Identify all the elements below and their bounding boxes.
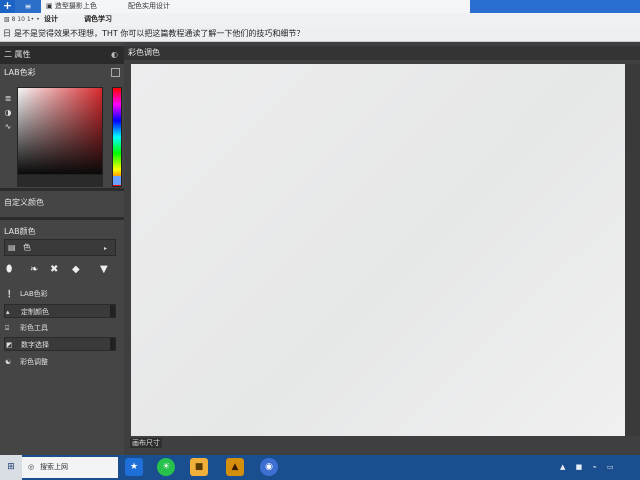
- color-preview-strip: [17, 175, 103, 187]
- app-icon[interactable]: +: [0, 0, 15, 13]
- list-item[interactable]: ⌹ 彩色工具: [4, 321, 116, 335]
- lab-color-icon: ❕: [5, 290, 14, 298]
- canvas-scroll-gutter[interactable]: [625, 64, 640, 436]
- tab-active[interactable]: ≡: [15, 0, 41, 13]
- list-item[interactable]: ◩ 数字选择: [4, 337, 116, 351]
- ellipse-shape-icon[interactable]: ⬮: [6, 264, 12, 275]
- color-panel-title: LAB色彩: [4, 68, 36, 77]
- list-item-label: LAB色彩: [20, 290, 48, 298]
- color-tools: ≣ ◑ ∿: [2, 94, 14, 136]
- panel-options-icon[interactable]: ◐: [111, 46, 118, 64]
- canvas-title: 彩色调色: [128, 48, 160, 57]
- taskbar-app-2-icon[interactable]: ☀: [157, 458, 175, 476]
- taskbar-app-3-icon[interactable]: ■: [190, 458, 208, 476]
- drawing-canvas[interactable]: [131, 64, 625, 436]
- canvas-header: 彩色调色: [124, 46, 640, 60]
- color-tool-contrast-icon[interactable]: ◑: [2, 108, 14, 122]
- chevron-right-icon: ▸: [103, 245, 107, 252]
- properties-header: 二 属性 ◐: [0, 46, 124, 64]
- panel-divider: [0, 217, 124, 220]
- list-item-label: 数字选择: [21, 341, 49, 349]
- tray-battery-icon[interactable]: ■: [576, 463, 583, 471]
- taskbar-app-4-icon[interactable]: ▲: [226, 458, 244, 476]
- properties-header-label: 二 属性: [4, 50, 31, 59]
- canvas-status: 画布尺寸: [130, 438, 162, 448]
- tab-2[interactable]: 配色实用设计: [128, 0, 170, 13]
- cross-shape-icon[interactable]: ✖: [50, 264, 58, 275]
- toolbar-info-icon: ▧ 8 10 1• •: [4, 16, 40, 23]
- list-item-label: 彩色工具: [20, 324, 48, 332]
- list-item-handle[interactable]: [110, 338, 115, 350]
- notice-text: 是不是觉得效果不理想，THT 你可以把这篇教程通读了解一下他们的技巧和细节？: [14, 29, 305, 38]
- tray-network-icon[interactable]: ⌁: [592, 463, 596, 471]
- tray-notifications-icon[interactable]: ▭: [607, 463, 614, 471]
- toolbar-status-design[interactable]: 设计: [44, 13, 58, 26]
- numeric-select-icon: ◩: [6, 341, 13, 349]
- custom-color-icon: ▴: [6, 308, 10, 316]
- color-tool-icon: ⌹: [5, 324, 10, 332]
- system-tray: ▲ ■ ⌁ ▭: [560, 455, 622, 480]
- color-mode-dropdown[interactable]: ▤ 色 ▸: [4, 239, 116, 256]
- left-panel: 二 属性 ◐ LAB色彩 ≣ ◑ ∿ 自定义颜色 LAB颜色 ▤ 色 ▸ ⬮ ❧…: [0, 42, 124, 455]
- notice-icon: 日: [3, 29, 11, 38]
- title-bar: + ≡ ▣ 造型摄影上色 配色实用设计: [0, 0, 640, 13]
- diamond-shape-icon[interactable]: ◆: [72, 264, 80, 275]
- tab-1[interactable]: ▣ 造型摄影上色: [46, 0, 97, 13]
- color-panel-menu-icon[interactable]: [111, 68, 120, 77]
- dropdown-swatch-icon: ▤: [8, 243, 16, 252]
- start-button[interactable]: ⊞: [0, 455, 22, 480]
- shape-tools: ⬮ ❧ ✖ ◆ ▼: [4, 264, 120, 280]
- dropdown-label: 色: [23, 243, 31, 252]
- list-item[interactable]: ▴ 定制颜色: [4, 304, 116, 318]
- search-icon: ◎: [28, 463, 35, 471]
- hue-slider[interactable]: [112, 87, 122, 187]
- title-bar-accent: [470, 0, 640, 13]
- panel-divider: [0, 188, 124, 191]
- shield-shape-icon[interactable]: ▼: [100, 264, 108, 275]
- taskbar-app-1-icon[interactable]: ★: [125, 458, 143, 476]
- toolbar-status-learning[interactable]: 调色学习: [84, 13, 112, 26]
- list-item[interactable]: ☯ 彩色调整: [4, 355, 116, 369]
- notice-bar: 日 是不是觉得效果不理想，THT 你可以把这篇教程通读了解一下他们的技巧和细节？: [0, 26, 640, 42]
- lab-color-label: LAB颜色: [4, 227, 36, 236]
- hue-slider-thumb[interactable]: [113, 176, 121, 185]
- custom-color-label: 自定义颜色: [4, 198, 44, 207]
- leaf-shape-icon[interactable]: ❧: [30, 264, 38, 275]
- list-item[interactable]: ❕ LAB色彩: [4, 287, 116, 301]
- color-panel-header: LAB色彩: [0, 64, 124, 82]
- search-text: 搜索上网: [40, 463, 68, 471]
- taskbar-search[interactable]: ◎ 搜索上网: [22, 457, 118, 478]
- taskbar-app-5-icon[interactable]: ◉: [260, 458, 278, 476]
- list-item-handle[interactable]: [110, 305, 115, 317]
- toolbar: ▧ 8 10 1• • 设计 调色学习: [0, 13, 640, 26]
- canvas-area: 彩色调色 画布尺寸: [124, 42, 640, 455]
- color-adjust-icon: ☯: [5, 358, 12, 366]
- taskbar: ⊞ ◎ 搜索上网 ★ ☀ ■ ▲ ◉ ▲ ■ ⌁ ▭: [0, 455, 640, 480]
- color-tool-wave-icon[interactable]: ∿: [2, 122, 14, 136]
- color-picker-field[interactable]: [17, 87, 103, 175]
- color-tool-sliders-icon[interactable]: ≣: [2, 94, 14, 108]
- tray-chevron-icon[interactable]: ▲: [560, 463, 565, 471]
- list-item-label: 彩色调整: [20, 358, 48, 366]
- list-item-label: 定制颜色: [21, 308, 49, 316]
